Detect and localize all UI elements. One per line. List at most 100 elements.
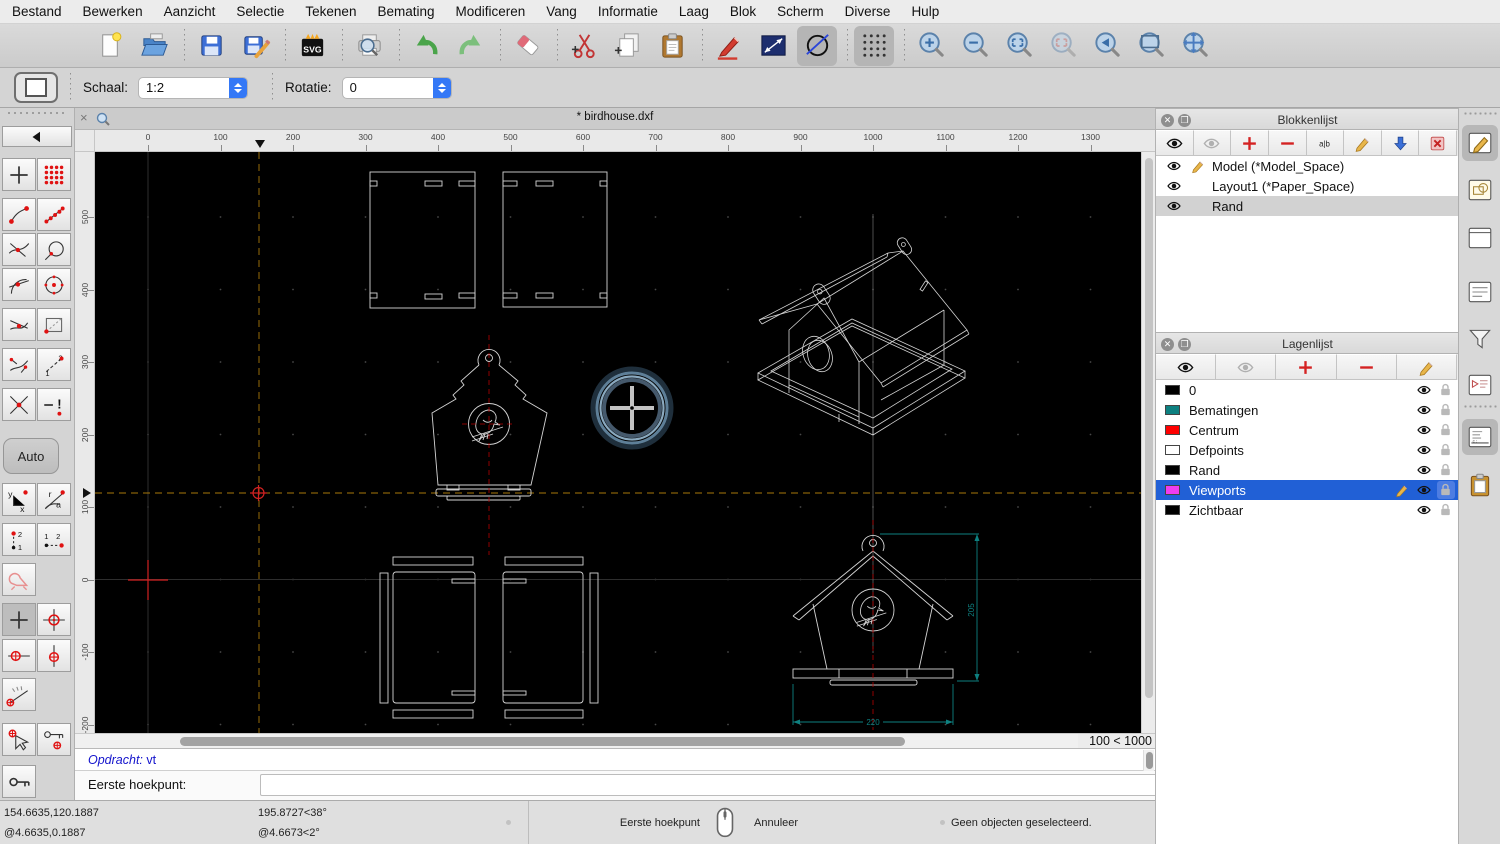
visible-eye-icon[interactable] <box>1416 402 1432 421</box>
svg-export-button[interactable]: SVG <box>292 26 332 66</box>
block-row-model[interactable]: Model (*Model_Space) <box>1156 156 1458 176</box>
restrict-ortho-button[interactable] <box>2 563 36 596</box>
relative-point-h-button[interactable]: 12 <box>37 523 71 556</box>
add-block-button[interactable] <box>1231 130 1269 156</box>
lock-icon[interactable] <box>1437 381 1455 399</box>
roof-panel-a[interactable] <box>369 171 476 309</box>
visible-eye-icon[interactable] <box>1166 158 1182 177</box>
remove-layer-button[interactable] <box>1336 354 1397 380</box>
hide-all-eye-button[interactable] <box>1193 130 1232 156</box>
menu-laag[interactable]: Laag <box>679 4 709 19</box>
distance-snap-button[interactable]: 12 <box>37 348 71 381</box>
front-panel[interactable] <box>431 348 548 501</box>
layer-color-swatch[interactable] <box>1165 465 1180 475</box>
horizontal-scrollbar[interactable] <box>75 733 1078 748</box>
show-all-eye-button[interactable] <box>1156 130 1194 156</box>
layer-row-zichtbaar[interactable]: Zichtbaar <box>1156 500 1458 520</box>
nearest-snap-button[interactable] <box>2 308 36 341</box>
zoom-previous-button[interactable] <box>1087 26 1127 66</box>
remove-block-button[interactable] <box>1268 130 1307 156</box>
coordinate-polar-button[interactable]: ra <box>37 483 71 516</box>
free-snap-button[interactable] <box>2 158 36 191</box>
grid-toggle-button[interactable] <box>854 25 894 66</box>
undo-button[interactable] <box>406 26 446 66</box>
visible-eye-icon[interactable] <box>1416 462 1432 481</box>
edit-layer-button[interactable] <box>1396 354 1457 380</box>
layer-row-centrum[interactable]: Centrum <box>1156 420 1458 440</box>
restrict-horizontal-button[interactable] <box>2 639 36 672</box>
scrollbar-thumb[interactable] <box>180 737 905 746</box>
floor-panel-a[interactable] <box>379 556 476 719</box>
hide-all-eye-button[interactable] <box>1216 354 1277 380</box>
zoom-in-button[interactable] <box>911 26 951 66</box>
layer-row-0[interactable]: 0 <box>1156 380 1458 400</box>
cut-button[interactable] <box>564 26 604 66</box>
layer-color-swatch[interactable] <box>1165 405 1180 415</box>
menu-hulp[interactable]: Hulp <box>911 4 939 19</box>
rename-block-button[interactable]: a|b <box>1306 130 1345 156</box>
lock-icon[interactable] <box>1437 481 1455 499</box>
endpoint-snap-button[interactable] <box>2 198 36 231</box>
pick-relative-zero-button[interactable] <box>2 723 36 756</box>
palette-back-button[interactable] <box>2 126 72 147</box>
visible-eye-icon[interactable] <box>1416 422 1432 441</box>
zoom-out-button[interactable] <box>955 26 995 66</box>
print-preview-button[interactable] <box>349 26 389 66</box>
layer-row-rand[interactable]: Rand <box>1156 460 1458 480</box>
restrict-vertical-button[interactable] <box>37 639 71 672</box>
lock-icon[interactable] <box>1437 421 1455 439</box>
insert-block-button[interactable] <box>1381 130 1420 156</box>
menu-scherm[interactable]: Scherm <box>777 4 824 19</box>
lock-relative-zero-button[interactable] <box>37 723 71 756</box>
delete-block-button[interactable] <box>1419 130 1457 156</box>
copy-button[interactable] <box>608 26 648 66</box>
menu-vang[interactable]: Vang <box>546 4 577 19</box>
layer-color-swatch[interactable] <box>1165 485 1180 495</box>
dock-filter-button[interactable] <box>1462 321 1498 357</box>
zoom-window-button[interactable] <box>1131 26 1171 66</box>
menu-informatie[interactable]: Informatie <box>598 4 658 19</box>
menu-bewerken[interactable]: Bewerken <box>83 4 143 19</box>
show-all-eye-button[interactable] <box>1156 354 1217 380</box>
delete-eraser-button[interactable] <box>507 26 547 66</box>
menu-diverse[interactable]: Diverse <box>845 4 891 19</box>
grid-snap-button[interactable] <box>37 158 71 191</box>
layer-color-swatch[interactable] <box>1165 505 1180 515</box>
floor-panel-b[interactable] <box>502 556 599 719</box>
menu-selectie[interactable]: Selectie <box>236 4 284 19</box>
document-tab-title[interactable]: * birdhouse.dxf <box>75 111 1155 123</box>
dock-command-button[interactable]: c: <box>1462 419 1498 455</box>
stepper-icon[interactable] <box>432 77 451 98</box>
menu-bestand[interactable]: Bestand <box>12 4 62 19</box>
visible-eye-icon[interactable] <box>1166 198 1182 217</box>
layer-color-swatch[interactable] <box>1165 385 1180 395</box>
dock-render-button[interactable] <box>1462 367 1498 403</box>
reference-snap-button[interactable] <box>37 308 71 341</box>
isometric-view[interactable] <box>757 236 970 436</box>
drawing-canvas[interactable]: 205 220 <box>95 152 1141 733</box>
set-relative-zero-button[interactable] <box>37 603 71 636</box>
dock-shapes-button[interactable] <box>1462 172 1498 208</box>
dock-viewport-button[interactable] <box>1462 220 1498 256</box>
open-file-button[interactable] <box>134 26 174 66</box>
relative-point-v-button[interactable]: 12 <box>2 523 36 556</box>
coordinate-xy-button[interactable]: yx <box>2 483 36 516</box>
block-row-rand[interactable]: Rand <box>1156 196 1458 216</box>
circle-tool-button[interactable] <box>797 25 837 66</box>
entity-snap-button[interactable] <box>37 233 71 266</box>
lock-zero-button[interactable] <box>2 765 36 798</box>
save-as-button[interactable] <box>235 26 275 66</box>
layer-color-swatch[interactable] <box>1165 445 1180 455</box>
dock-clipboard-button[interactable] <box>1462 467 1498 503</box>
new-document-button[interactable] <box>90 26 130 66</box>
perpendicular-snap-button[interactable] <box>2 348 36 381</box>
visible-eye-icon[interactable] <box>1416 502 1432 521</box>
menu-bemating[interactable]: Bemating <box>377 4 434 19</box>
lock-icon[interactable] <box>1437 501 1455 519</box>
menu-tekenen[interactable]: Tekenen <box>305 4 356 19</box>
visible-eye-icon[interactable] <box>1416 482 1432 501</box>
layer-row-bematingen[interactable]: Bematingen <box>1156 400 1458 420</box>
lock-icon[interactable] <box>1437 461 1455 479</box>
vertical-scrollbar[interactable] <box>1141 152 1155 733</box>
lock-icon[interactable] <box>1437 401 1455 419</box>
